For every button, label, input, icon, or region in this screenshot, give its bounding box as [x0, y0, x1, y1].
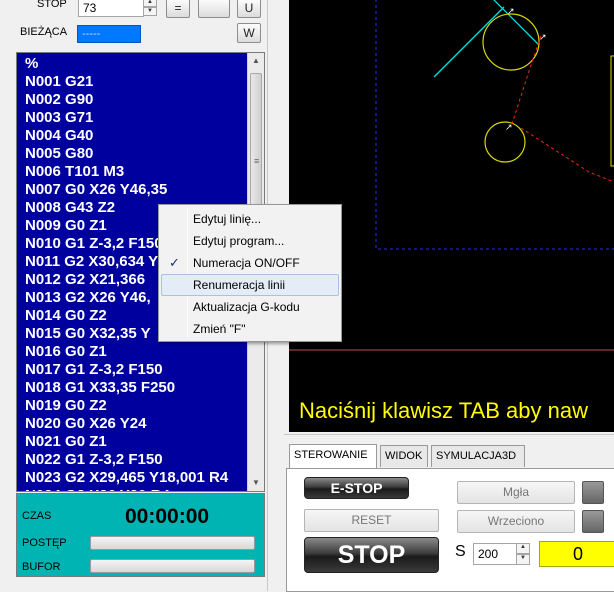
gcode-line[interactable]: N017 G1 Z-3,2 F150: [25, 361, 251, 379]
estop-button[interactable]: E-STOP: [304, 477, 409, 499]
equals-button[interactable]: =: [166, 0, 190, 18]
mist-button[interactable]: Mgła: [457, 481, 575, 504]
gcode-line[interactable]: N023 G2 X29,465 Y18,001 R4: [25, 469, 251, 487]
gcode-line[interactable]: N002 G90: [25, 91, 251, 109]
gcode-line[interactable]: N018 G1 X33,35 F250: [25, 379, 251, 397]
gcode-line[interactable]: N007 G0 X26 Y46,35: [25, 181, 251, 199]
tab-hint-text: Naciśnij klawisz TAB aby naw: [299, 398, 588, 423]
checkmark-icon: ✓: [169, 255, 180, 270]
tab-content: E-STOP RESET STOP Mgła Wrzeciono S ▲ ▼ 0: [286, 468, 614, 592]
context-menu: Edytuj linię... Edytuj program... ✓ Nume…: [158, 204, 342, 342]
point-marker: ↗: [507, 6, 515, 16]
speed-input[interactable]: [473, 543, 517, 565]
progress-label: POSTĘP: [22, 537, 67, 549]
menu-item-change-f[interactable]: Zmień "F": [161, 318, 339, 340]
spin-up-icon[interactable]: ▲: [516, 543, 530, 554]
gcode-line[interactable]: N006 T101 M3: [25, 163, 251, 181]
menu-item-edit-line[interactable]: Edytuj linię...: [161, 208, 339, 230]
gcode-line[interactable]: N021 G0 Z1: [25, 433, 251, 451]
speed-display: 0: [539, 541, 614, 567]
gcode-line[interactable]: N020 G0 X26 Y24: [25, 415, 251, 433]
stop-line-input[interactable]: [78, 0, 144, 17]
gcode-line[interactable]: N001 G21: [25, 73, 251, 91]
toolpath-line: [520, 127, 614, 183]
axis-line: [433, 6, 505, 78]
speed-label: S: [455, 543, 466, 560]
spin-up-icon[interactable]: ▲: [143, 0, 157, 7]
tab-symulacja3d[interactable]: SYMULACJA3D: [431, 445, 525, 467]
gcode-line[interactable]: N003 G71: [25, 109, 251, 127]
gcode-line[interactable]: N004 G40: [25, 127, 251, 145]
spindle-button[interactable]: Wrzeciono: [457, 510, 575, 533]
control-panel: STEROWANIE WIDOK SYMULACJA3D E-STOP RESE…: [284, 434, 614, 592]
grip-icon: ≡: [254, 156, 260, 166]
menu-item-renumber[interactable]: Renumeracja linii: [161, 274, 339, 296]
current-line-value: -----: [77, 25, 141, 43]
status-panel: CZAS 00:00:00 POSTĘP BUFOR: [16, 493, 265, 577]
tool-circle: [482, 13, 540, 71]
point-marker: ↗: [505, 122, 513, 132]
menu-item-numbering-label: Numeracja ON/OFF: [193, 256, 300, 270]
stop-line-spinner[interactable]: ▲ ▼: [143, 0, 157, 16]
blank-button[interactable]: [198, 0, 230, 18]
gcode-line[interactable]: N005 G80: [25, 145, 251, 163]
gcode-line[interactable]: N022 G1 Z-3,2 F150: [25, 451, 251, 469]
speed-spinner[interactable]: ▲ ▼: [516, 543, 530, 565]
stop-line-label: STOP: [37, 0, 67, 10]
gcode-line[interactable]: %: [25, 55, 251, 73]
gcode-line[interactable]: N016 G0 Z1: [25, 343, 251, 361]
scroll-up-icon[interactable]: ▲: [248, 53, 264, 69]
buffer-label: BUFOR: [22, 561, 61, 573]
current-line-label: BIEŻĄCA: [20, 26, 68, 38]
point-marker: ↗: [539, 32, 547, 42]
stop-button[interactable]: STOP: [304, 537, 439, 573]
gcode-line[interactable]: N019 G0 Z2: [25, 397, 251, 415]
progress-bar: [90, 536, 255, 550]
reset-button[interactable]: RESET: [304, 509, 439, 532]
spin-down-icon[interactable]: ▼: [516, 554, 530, 565]
w-button[interactable]: W: [237, 23, 261, 43]
time-value: 00:00:00: [125, 505, 210, 528]
spindle-indicator: [582, 510, 604, 533]
toolpath-line: [510, 35, 542, 128]
buffer-bar: [90, 559, 255, 573]
tab-widok[interactable]: WIDOK: [380, 445, 428, 467]
menu-item-update-gcode[interactable]: Aktualizacja G-kodu: [161, 296, 339, 318]
mist-indicator: [582, 481, 604, 504]
tab-sterowanie[interactable]: STEROWANIE: [289, 444, 377, 468]
scroll-down-icon[interactable]: ▼: [248, 475, 264, 491]
menu-item-numbering[interactable]: ✓ Numeracja ON/OFF: [161, 252, 339, 274]
menu-item-edit-program[interactable]: Edytuj program...: [161, 230, 339, 252]
u-button[interactable]: U: [237, 0, 261, 18]
gcode-line[interactable]: N024 G2 X26 Y20 R4: [25, 487, 251, 491]
spin-down-icon[interactable]: ▼: [143, 7, 157, 16]
time-label: CZAS: [22, 510, 52, 522]
